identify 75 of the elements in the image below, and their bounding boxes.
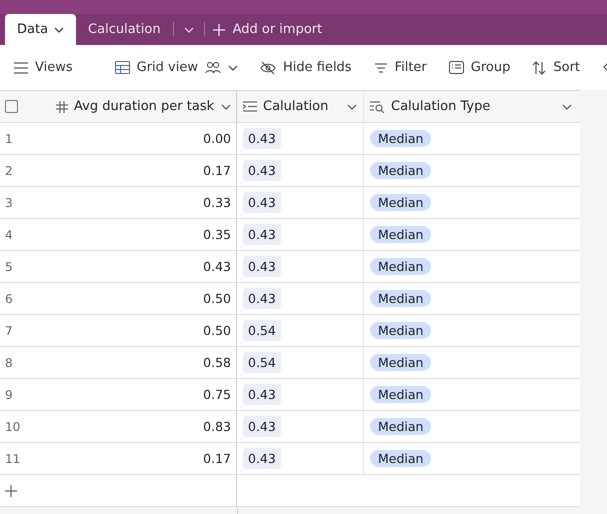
tag: Median xyxy=(370,386,432,403)
add-or-import-button[interactable]: Add or import xyxy=(204,14,330,45)
row-number: 10 xyxy=(5,420,22,434)
row-number: 4 xyxy=(5,228,14,242)
table-cell-text: 0.75 xyxy=(202,387,231,402)
column-header[interactable]: Calulation Type xyxy=(370,99,572,114)
table-cell-text: 0.50 xyxy=(202,291,231,306)
eye-slash-icon xyxy=(260,60,276,74)
table-cell-text: 0.17 xyxy=(202,163,231,178)
table-cell-text: 0.50 xyxy=(202,323,231,338)
toolbar-button[interactable]: Hide fields xyxy=(260,60,352,75)
tag: Median xyxy=(370,226,432,243)
row-number: 9 xyxy=(5,388,14,402)
tag: Median xyxy=(370,354,432,371)
grid-icon xyxy=(114,61,130,74)
views-button[interactable]: Views xyxy=(14,60,73,75)
table-cell-text: 0.17 xyxy=(202,451,231,466)
table-cell: 0.43 xyxy=(243,192,281,213)
add-row-icon[interactable] xyxy=(5,484,17,496)
tag: Median xyxy=(370,322,432,339)
sheet-tab[interactable]: Data xyxy=(5,14,76,45)
table-cell: 0.43 xyxy=(243,288,281,309)
table-cell: 0.54 xyxy=(243,352,281,373)
lookup-icon xyxy=(370,100,385,112)
tag: Median xyxy=(370,290,432,307)
table-cell-text: 0.43 xyxy=(202,259,231,274)
sort-icon xyxy=(532,60,546,74)
table-cell: 0.43 xyxy=(243,384,281,405)
chevron-icon xyxy=(228,64,238,70)
table-cell: 0.43 xyxy=(243,448,281,469)
chevron-icon xyxy=(347,104,357,110)
column-header[interactable]: Calulation xyxy=(243,99,357,114)
people-icon xyxy=(204,61,221,74)
row-number: 2 xyxy=(5,164,14,178)
table-cell-text: 0.83 xyxy=(202,419,231,434)
indent-icon xyxy=(243,101,257,112)
table-cell: 0.43 xyxy=(243,256,281,277)
list-icon xyxy=(448,61,464,74)
grid-view-button[interactable]: Grid view xyxy=(114,60,238,75)
toolbar-button[interactable]: Filter xyxy=(374,60,427,75)
table-cell-text: 0.33 xyxy=(202,195,231,210)
tag: Median xyxy=(370,258,432,275)
toolbar-button[interactable]: Group xyxy=(448,60,510,75)
menu-icon xyxy=(14,62,28,74)
row-number: 1 xyxy=(5,132,14,146)
row-number: 3 xyxy=(5,196,14,210)
table-cell: 0.43 xyxy=(243,160,281,181)
tag: Median xyxy=(370,162,432,179)
table-cell-text: 0.00 xyxy=(202,131,231,146)
chevron-icon xyxy=(562,104,572,110)
table-cell: 0.43 xyxy=(243,128,281,149)
select-all-checkbox[interactable] xyxy=(5,100,18,113)
tag: Median xyxy=(370,418,432,435)
row-number: 8 xyxy=(5,356,14,370)
chevron-icon xyxy=(221,104,231,110)
row-number: 6 xyxy=(5,292,14,306)
toolbar-button[interactable]: Sort xyxy=(532,60,580,75)
chevron-icon xyxy=(184,26,194,32)
row-number: 5 xyxy=(5,260,14,274)
table-cell-text: 0.35 xyxy=(202,227,231,242)
row-number: 11 xyxy=(5,452,22,466)
table-cell: 0.43 xyxy=(243,416,281,437)
table-cell: 0.43 xyxy=(243,224,281,245)
hash-icon xyxy=(56,100,68,112)
table-cell-text: 0.58 xyxy=(202,355,231,370)
row-number: 7 xyxy=(5,324,14,338)
filter-icon xyxy=(374,62,388,74)
column-header[interactable]: Avg duration per task xyxy=(56,99,231,114)
table-cell: 0.54 xyxy=(243,320,281,341)
sheet-tab[interactable]: Calculation xyxy=(76,14,173,45)
plus-icon xyxy=(212,24,225,36)
tag: Median xyxy=(370,194,432,211)
chevron-icon xyxy=(54,26,64,32)
tag: Median xyxy=(370,130,432,147)
tag: Median xyxy=(370,450,432,467)
